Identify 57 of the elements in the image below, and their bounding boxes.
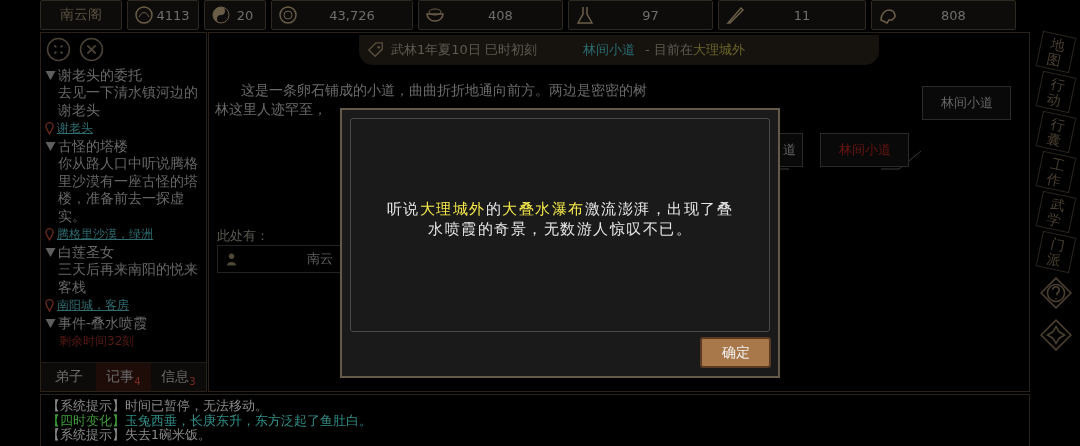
quest-title[interactable]: 事件-叠水喷霞 [58,314,148,332]
here-label: 此处有： [217,227,269,245]
location-link[interactable]: 南阳城，客房 [57,296,129,314]
brush-icon [725,5,745,25]
stat-value: 20 [235,7,255,23]
pin-icon [45,121,54,135]
quest-title[interactable]: 白莲圣女 [58,243,114,261]
map-node[interactable]: 林间小道 [922,86,1011,120]
location-link[interactable]: 腾格里沙漠，绿洲 [57,225,153,243]
log-message: 失去1碗米饭。 [125,427,211,442]
description-text: 这是一条卵石铺成的小道，曲曲折折地通向前方。两边是密密的树 [240,81,648,100]
person-icon [226,252,237,266]
collapse-arrow-icon[interactable] [45,141,56,151]
log-tag: 【系统提示】 [47,398,125,413]
panel-tab[interactable]: 记事$_{4}$ [96,363,151,391]
remaining-time: 剩余时间32刻 [58,333,136,350]
pin-icon [45,227,54,241]
region-name: 大理城外 [692,41,745,59]
panel-tab[interactable]: 弟子 [41,363,96,391]
log-tag: 【四时变化】 [47,412,125,428]
settings-icon[interactable] [1040,319,1072,351]
stat-value: 43,726 [328,7,376,23]
log-tag: 【系统提示】 [47,427,125,442]
sect-name: 南云阁 [40,0,122,30]
place-name: 林间小道 [582,41,635,59]
close-icon[interactable] [79,37,104,62]
log-message: 时间已暂停，无法移动。 [125,398,268,413]
dialog-message: 听说大理城外的大叠水瀑布激流澎湃，出现了叠水喷霞的奇景，无数游人惊叹不已。 [385,200,735,239]
yin-yang-icon [211,5,231,25]
coin-icon [278,5,298,25]
confirm-button[interactable]: 确定 [700,337,771,368]
flask-icon [575,5,595,25]
location-label: - 目前在 [644,41,693,59]
collapse-arrow-icon[interactable] [45,70,56,80]
stat-value: 4113 [155,7,191,23]
stat-value: 408 [487,7,514,23]
bowl-icon [425,5,445,25]
panel-tab[interactable]: 信息$_{3}$ [151,363,206,391]
game-date: 武林1年夏10日 巳时初刻 [391,41,537,59]
log-message: 玉兔西垂，长庚东升，东方泛起了鱼肚白。 [125,412,372,428]
location-link[interactable]: 谢老头 [57,119,93,137]
expand-icon[interactable] [46,37,71,62]
quest-description: 去见一下清水镇河边的谢老头 [57,84,199,119]
pin-icon [45,298,54,312]
quest-description: 三天后再来南阳的悦来客栈 [57,261,199,296]
quest-title[interactable]: 谢老头的委托 [58,66,142,84]
help-icon[interactable] [1040,277,1072,309]
quest-title[interactable]: 古怪的塔楼 [58,137,128,155]
collapse-arrow-icon[interactable] [45,318,56,328]
stat-value: 97 [641,7,660,23]
stat-value: 808 [940,7,967,23]
tag-icon [367,41,385,59]
description-text: 林这里人迹罕至， [215,100,328,119]
person-name: 南云 [307,250,333,268]
stat-value: 11 [792,7,812,23]
quest-description: 你从路人口中听说腾格里沙漠有一座古怪的塔楼，准备前去一探虚实。 [57,155,199,225]
collapse-arrow-icon[interactable] [45,247,56,257]
